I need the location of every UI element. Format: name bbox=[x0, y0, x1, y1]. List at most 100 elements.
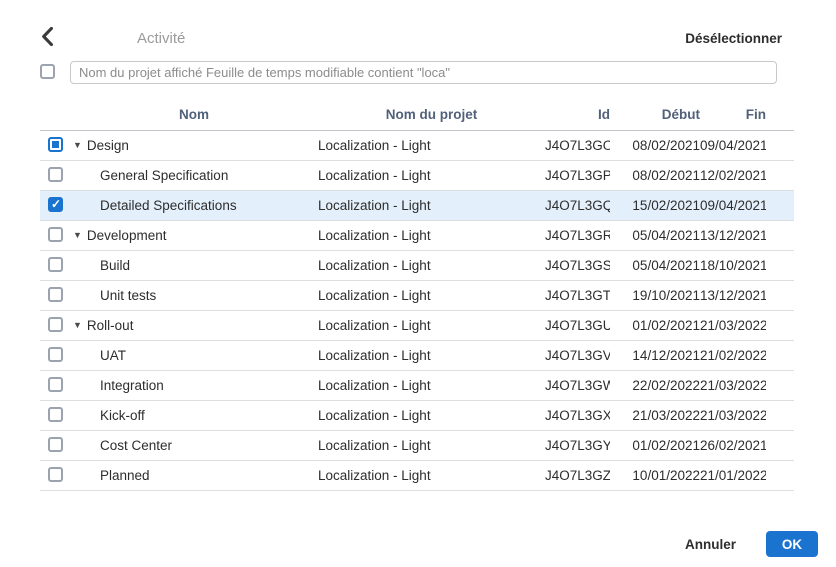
row-end-date: 09/04/2021 bbox=[700, 138, 766, 153]
column-header-id: Id bbox=[545, 107, 610, 122]
row-checkbox[interactable] bbox=[48, 347, 63, 362]
triangle-down-icon[interactable]: ▼ bbox=[73, 231, 82, 240]
row-checkbox[interactable] bbox=[48, 287, 63, 302]
row-project: Localization - Light bbox=[318, 318, 545, 333]
row-name-label: Detailed Specifications bbox=[100, 198, 237, 213]
back-button[interactable] bbox=[37, 28, 57, 50]
row-name-cell: Integration bbox=[70, 378, 318, 393]
row-start-date: 05/04/2021 bbox=[610, 228, 700, 243]
column-header-nom-du-projet: Nom du projet bbox=[318, 107, 545, 122]
row-start-date: 08/02/2021 bbox=[610, 168, 700, 183]
column-header-nom: Nom bbox=[70, 107, 318, 122]
table-row[interactable]: Kick-offLocalization - LightJ4O7L3GX21/0… bbox=[40, 401, 794, 431]
ok-button[interactable]: OK bbox=[766, 531, 818, 557]
row-id: J4O7L3GO bbox=[545, 138, 610, 153]
row-checkbox-cell bbox=[40, 317, 70, 335]
row-checkbox[interactable] bbox=[48, 437, 63, 452]
row-checkbox-cell bbox=[40, 287, 70, 305]
table-row[interactable]: IntegrationLocalization - LightJ4O7L3GW2… bbox=[40, 371, 794, 401]
row-id: J4O7L3GQ bbox=[545, 198, 610, 213]
row-name-label: Build bbox=[100, 258, 130, 273]
row-name-cell: General Specification bbox=[70, 168, 318, 183]
row-end-date: 18/10/2021 bbox=[700, 258, 766, 273]
row-project: Localization - Light bbox=[318, 468, 545, 483]
table-row[interactable]: General Specification Localization - Ligh… bbox=[40, 161, 794, 191]
row-end-date: 21/02/2022 bbox=[700, 348, 766, 363]
row-name-label: General Specification bbox=[100, 168, 228, 183]
table-row[interactable]: ▼Roll-outLocalization - LightJ4O7L3GU01/… bbox=[40, 311, 794, 341]
chevron-left-icon bbox=[41, 27, 54, 51]
row-name-cell: ▼ Design bbox=[70, 138, 318, 153]
row-start-date: 01/02/2021 bbox=[610, 318, 700, 333]
row-name-label: Roll-out bbox=[87, 318, 134, 333]
row-checkbox-cell bbox=[40, 347, 70, 365]
row-checkbox[interactable] bbox=[48, 377, 63, 392]
row-project: Localization - Light bbox=[318, 168, 545, 183]
triangle-down-icon[interactable]: ▼ bbox=[73, 321, 82, 330]
row-checkbox-cell bbox=[40, 167, 70, 185]
row-name-cell: Build bbox=[70, 258, 318, 273]
row-id: J4O7L3GV bbox=[545, 348, 610, 363]
row-start-date: 14/12/2021 bbox=[610, 348, 700, 363]
row-name-label: Unit tests bbox=[100, 288, 156, 303]
row-project: Localization - Light bbox=[318, 258, 545, 273]
row-project: Localization - Light bbox=[318, 228, 545, 243]
row-end-date: 09/04/2021 bbox=[700, 198, 766, 213]
row-checkbox-cell bbox=[40, 377, 70, 395]
row-name-cell: Unit tests bbox=[70, 288, 318, 303]
page-title: Activité bbox=[137, 30, 185, 47]
row-checkbox-cell bbox=[40, 437, 70, 455]
table-row[interactable]: Unit tests Localization - LightJ4O7L3GT19… bbox=[40, 281, 794, 311]
row-name-label: Development bbox=[87, 228, 167, 243]
row-checkbox-cell bbox=[40, 197, 70, 215]
row-id: J4O7L3GW bbox=[545, 378, 610, 393]
row-start-date: 19/10/2021 bbox=[610, 288, 700, 303]
table-row[interactable]: Detailed Specifications Localization - Li… bbox=[40, 191, 794, 221]
row-checkbox[interactable] bbox=[48, 197, 63, 212]
row-checkbox[interactable] bbox=[48, 467, 63, 482]
triangle-down-icon[interactable]: ▼ bbox=[73, 141, 82, 150]
deselect-button[interactable]: Désélectionner bbox=[685, 31, 782, 46]
table-body: ▼DesignLocalization - LightJ4O7L3GO08/02… bbox=[40, 131, 794, 491]
row-checkbox[interactable] bbox=[48, 137, 63, 152]
row-checkbox[interactable] bbox=[48, 257, 63, 272]
row-project: Localization - Light bbox=[318, 408, 545, 423]
row-end-date: 21/01/2022 bbox=[700, 468, 766, 483]
row-checkbox[interactable] bbox=[48, 407, 63, 422]
row-start-date: 21/03/2022 bbox=[610, 408, 700, 423]
row-name-cell: UAT bbox=[70, 348, 318, 363]
row-start-date: 22/02/2022 bbox=[610, 378, 700, 393]
row-name-cell: Cost Center bbox=[70, 438, 318, 453]
row-checkbox[interactable] bbox=[48, 317, 63, 332]
row-end-date: 13/12/2021 bbox=[700, 288, 766, 303]
row-name-cell: Detailed Specifications bbox=[70, 198, 318, 213]
row-checkbox[interactable] bbox=[48, 227, 63, 242]
row-start-date: 01/02/2021 bbox=[610, 438, 700, 453]
table-row[interactable]: Cost CenterLocalization - LightJ4O7L3GY0… bbox=[40, 431, 794, 461]
cancel-button[interactable]: Annuler bbox=[685, 537, 736, 552]
activity-table: Nom Nom du projet Id Début Fin ▼ Design Lo… bbox=[40, 99, 794, 491]
table-row[interactable]: PlannedLocalization - LightJ4O7L3GZ10/01… bbox=[40, 461, 794, 491]
table-row[interactable]: UATLocalization - LightJ4O7L3GV14/12/202… bbox=[40, 341, 794, 371]
table-header-row: Nom Nom du projet Id Début Fin bbox=[40, 99, 794, 131]
row-project: Localization - Light bbox=[318, 378, 545, 393]
footer: Annuler OK bbox=[685, 531, 818, 557]
select-all-checkbox[interactable] bbox=[40, 64, 55, 79]
table-row[interactable]: ▼ Development Localization - LightJ4O7L3GR… bbox=[40, 221, 794, 251]
row-id: J4O7L3GT bbox=[545, 288, 610, 303]
row-project: Localization - Light bbox=[318, 198, 545, 213]
row-checkbox-cell bbox=[40, 407, 70, 425]
row-end-date: 13/12/2021 bbox=[700, 228, 766, 243]
filter-input[interactable] bbox=[70, 61, 777, 84]
row-id: J4O7L3GR bbox=[545, 228, 610, 243]
table-row[interactable]: BuildLocalization - LightJ4O7L3GS05/04/2… bbox=[40, 251, 794, 281]
row-id: J4O7L3GY bbox=[545, 438, 610, 453]
row-project: Localization - Light bbox=[318, 288, 545, 303]
row-checkbox[interactable] bbox=[48, 167, 63, 182]
table-row[interactable]: ▼DesignLocalization - LightJ4O7L3GO08/02… bbox=[40, 131, 794, 161]
row-name-label: Design bbox=[87, 138, 129, 153]
row-end-date: 21/03/2022 bbox=[700, 318, 766, 333]
row-checkbox-cell bbox=[40, 257, 70, 275]
row-checkbox-cell bbox=[40, 227, 70, 245]
row-id: J4O7L3GS bbox=[545, 258, 610, 273]
